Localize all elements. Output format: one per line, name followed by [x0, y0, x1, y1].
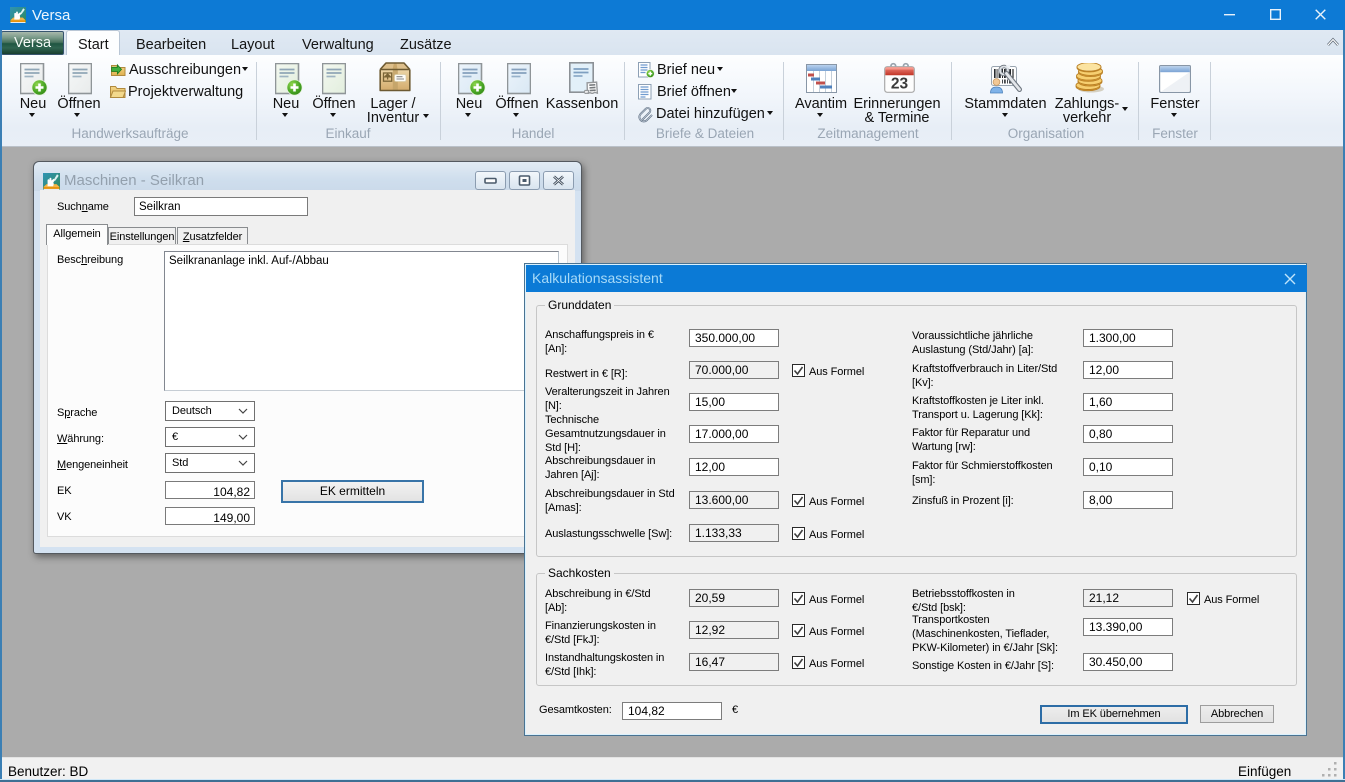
svg-text:23: 23 — [891, 76, 909, 93]
